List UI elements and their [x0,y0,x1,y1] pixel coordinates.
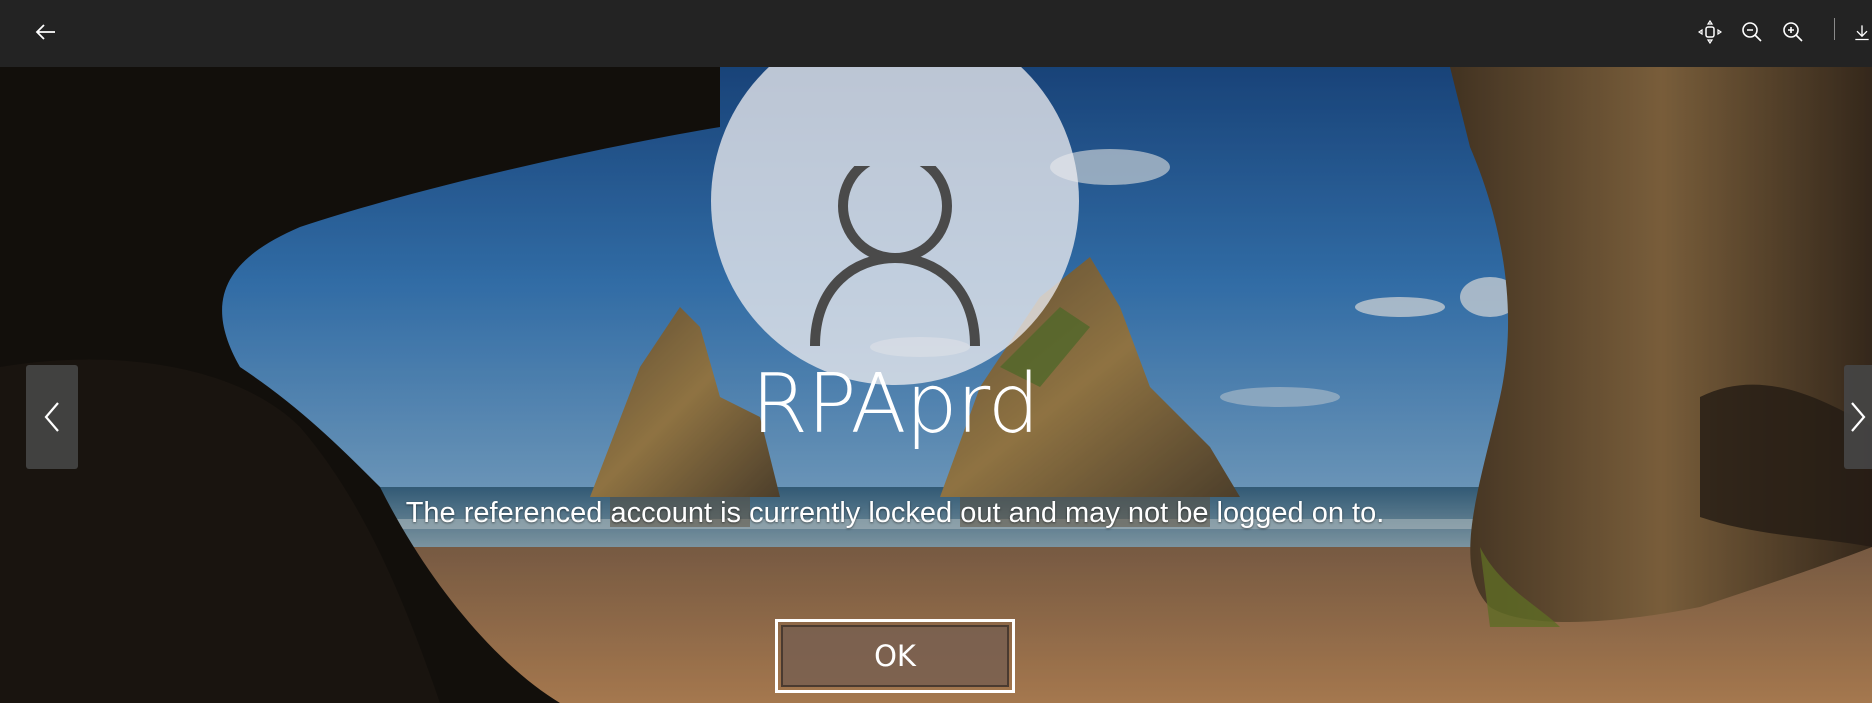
account-username: RPAprd [751,357,1040,452]
chevron-right-icon [1851,402,1866,432]
ok-button[interactable]: OK [775,619,1015,693]
zoom-out-icon [1742,22,1762,42]
user-silhouette-icon [810,166,980,346]
fit-to-window-icon [1698,20,1722,44]
download-icon [1855,25,1869,41]
next-image-button[interactable] [1844,365,1872,469]
zoom-in-button[interactable] [1773,12,1813,52]
zoom-out-button[interactable] [1732,12,1772,52]
toolbar-divider [1834,18,1835,40]
back-arrow-icon [35,24,55,40]
lock-screen: RPAprd The referenced account is current… [0,67,1872,703]
download-button[interactable] [1852,12,1872,52]
back-button[interactable] [26,12,66,52]
zoom-in-icon [1783,22,1803,42]
fit-to-window-button[interactable] [1690,12,1730,52]
previous-image-button[interactable] [26,365,78,469]
viewer-toolbar [0,0,1872,67]
chevron-left-icon [44,402,59,432]
ok-button-label: OK [874,639,916,673]
lockout-message: The referenced account is currently lock… [405,497,1385,529]
